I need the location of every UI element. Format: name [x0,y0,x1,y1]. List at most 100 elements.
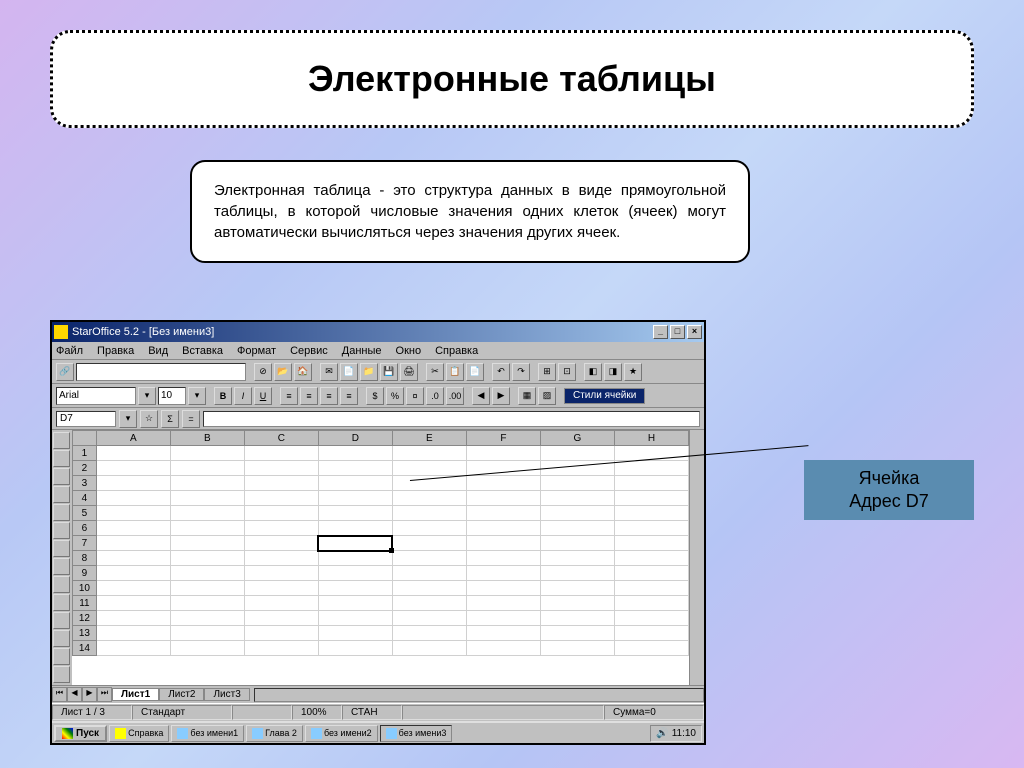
side-btn-2[interactable] [53,450,70,467]
side-btn-3[interactable] [53,468,70,485]
stop-icon[interactable]: ⊘ [254,363,272,381]
row-header-7[interactable]: 7 [73,536,97,551]
indent-dec-icon[interactable]: ◀ [472,387,490,405]
col-header-C[interactable]: C [244,431,318,446]
task-doc2[interactable]: Глава 2 [246,725,303,742]
underline-icon[interactable]: U [254,387,272,405]
copy-icon[interactable]: 📋 [446,363,464,381]
sheet-tab-2[interactable]: Лист2 [159,688,204,701]
task-doc1[interactable]: без имени1 [171,725,244,742]
fill-icon[interactable]: ▨ [538,387,556,405]
menu-insert[interactable]: Вставка [182,345,223,357]
home-icon[interactable]: 🏠 [294,363,312,381]
row-header-6[interactable]: 6 [73,521,97,536]
sum-icon[interactable]: Σ [161,410,179,428]
row-header-9[interactable]: 9 [73,566,97,581]
percent-icon[interactable]: % [386,387,404,405]
tab-nav-prev[interactable]: ◀ [67,687,82,702]
tab-nav-next[interactable]: ▶ [82,687,97,702]
close-button[interactable]: × [687,325,702,339]
align-justify-icon[interactable]: ≡ [340,387,358,405]
indent-inc-icon[interactable]: ▶ [492,387,510,405]
tb-btn-14[interactable]: ⊞ [538,363,556,381]
menu-data[interactable]: Данные [342,345,382,357]
function-wizard-icon[interactable]: ☆ [140,410,158,428]
tb-btn-17[interactable]: ◨ [604,363,622,381]
col-header-G[interactable]: G [540,431,614,446]
corner-cell[interactable] [73,431,97,446]
url-input[interactable] [76,363,246,381]
border-icon[interactable]: ▦ [518,387,536,405]
minimize-button[interactable]: _ [653,325,668,339]
open-icon[interactable]: 📁 [360,363,378,381]
redo-icon[interactable]: ↷ [512,363,530,381]
align-left-icon[interactable]: ≡ [280,387,298,405]
side-btn-10[interactable] [53,594,70,611]
col-header-B[interactable]: B [170,431,244,446]
row-header-10[interactable]: 10 [73,581,97,596]
cut-icon[interactable]: ✂ [426,363,444,381]
tb-btn-18[interactable]: ★ [624,363,642,381]
menu-help[interactable]: Справка [435,345,478,357]
row-header-4[interactable]: 4 [73,491,97,506]
start-button[interactable]: Пуск [54,725,107,742]
equals-icon[interactable]: = [182,410,200,428]
system-tray[interactable]: 🔊11:10 [650,725,702,742]
task-doc3[interactable]: без имени2 [305,725,378,742]
horizontal-scrollbar[interactable] [254,688,704,702]
save-icon[interactable]: 💾 [380,363,398,381]
menu-file[interactable]: Файл [56,345,83,357]
url-icon[interactable]: 🔗 [56,363,74,381]
align-right-icon[interactable]: ≡ [320,387,338,405]
sheet-tab-1[interactable]: Лист1 [112,688,159,701]
side-btn-13[interactable] [53,648,70,665]
row-header-12[interactable]: 12 [73,611,97,626]
row-header-8[interactable]: 8 [73,551,97,566]
side-btn-8[interactable] [53,558,70,575]
cellref-dropdown-icon[interactable]: ▾ [119,410,137,428]
side-btn-1[interactable] [53,432,70,449]
side-btn-14[interactable] [53,666,70,683]
maximize-button[interactable]: □ [670,325,685,339]
row-header-11[interactable]: 11 [73,596,97,611]
tb-btn-2[interactable]: 📂 [274,363,292,381]
tab-nav-last[interactable]: ⏭ [97,687,112,702]
task-doc4[interactable]: без имени3 [380,725,453,742]
row-header-13[interactable]: 13 [73,626,97,641]
side-btn-7[interactable] [53,540,70,557]
selected-cell-D7[interactable] [318,536,392,551]
undo-icon[interactable]: ↶ [492,363,510,381]
row-header-5[interactable]: 5 [73,506,97,521]
vertical-scrollbar[interactable] [689,430,704,685]
bold-icon[interactable]: B [214,387,232,405]
col-header-D[interactable]: D [318,431,392,446]
col-header-E[interactable]: E [392,431,466,446]
font-dropdown-icon[interactable]: ▾ [138,387,156,405]
size-dropdown-icon[interactable]: ▾ [188,387,206,405]
menu-window[interactable]: Окно [396,345,422,357]
align-center-icon[interactable]: ≡ [300,387,318,405]
col-header-F[interactable]: F [466,431,540,446]
side-btn-5[interactable] [53,504,70,521]
tb-btn-15[interactable]: ⊡ [558,363,576,381]
tb-btn-16[interactable]: ◧ [584,363,602,381]
row-header-3[interactable]: 3 [73,476,97,491]
task-help[interactable]: Справка [109,725,169,742]
side-btn-6[interactable] [53,522,70,539]
menu-format[interactable]: Формат [237,345,276,357]
row-header-1[interactable]: 1 [73,446,97,461]
font-size-input[interactable] [158,387,186,405]
menu-tools[interactable]: Сервис [290,345,328,357]
cell-reference[interactable]: D7 [56,411,116,427]
side-btn-12[interactable] [53,630,70,647]
formula-input[interactable] [203,411,700,427]
fmt-btn-3[interactable]: ¤ [406,387,424,405]
fmt-btn-5[interactable]: .00 [446,387,464,405]
side-btn-4[interactable] [53,486,70,503]
sheet-tab-3[interactable]: Лист3 [204,688,249,701]
row-header-2[interactable]: 2 [73,461,97,476]
font-name-input[interactable] [56,387,136,405]
print-icon[interactable]: 🖨 [400,363,418,381]
row-header-14[interactable]: 14 [73,641,97,656]
col-header-A[interactable]: A [96,431,170,446]
